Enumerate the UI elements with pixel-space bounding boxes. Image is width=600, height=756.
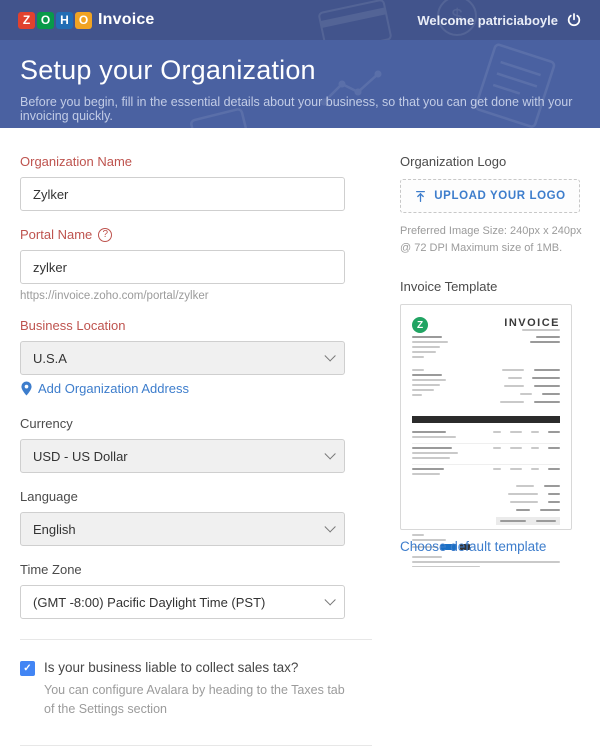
zoho-logo-icon: Z O H O [18, 11, 92, 29]
preview-table-header [412, 416, 560, 423]
preview-line-item [412, 428, 560, 444]
portal-name-group: Portal Name ? https://invoice.zoho.com/p… [20, 227, 345, 302]
page-title: Setup your Organization [20, 55, 316, 85]
map-pin-icon [21, 381, 32, 396]
preview-balance-due [530, 336, 560, 361]
form-right-column: Organization Logo UPLOAD YOUR LOGO Prefe… [400, 154, 582, 756]
logout-power-icon[interactable] [566, 12, 582, 28]
sales-tax-help-text: You can configure Avalara by heading to … [44, 683, 345, 716]
section-divider [20, 745, 372, 746]
add-organization-address-link[interactable]: Add Organization Address [20, 381, 345, 396]
time-zone-group: Time Zone (GMT -8:00) Pacific Daylight T… [20, 562, 345, 619]
language-label: Language [20, 489, 78, 504]
welcome-user-label: Welcome patriciaboyle [417, 12, 558, 28]
section-divider [20, 639, 372, 640]
sales-tax-checkbox[interactable] [20, 661, 35, 676]
organization-name-group: Organization Name [20, 154, 345, 211]
top-navigation-bar: $ Z O H O Invoice Welcome patriciaboyle [0, 0, 600, 40]
chevron-down-icon [324, 594, 336, 606]
logo-letter-o2: O [75, 11, 92, 29]
invoice-template-preview[interactable]: Z INVOICE [400, 304, 572, 567]
chevron-down-icon [324, 350, 336, 362]
upload-arrow-icon [416, 190, 426, 202]
currency-value: USD - US Dollar [33, 448, 128, 464]
preview-totals [412, 485, 560, 525]
time-zone-select[interactable]: (GMT -8:00) Pacific Daylight Time (PST) [20, 585, 345, 619]
time-zone-value: (GMT -8:00) Pacific Daylight Time (PST) [33, 594, 266, 610]
portal-name-help-icon[interactable]: ? [98, 227, 113, 242]
business-location-label: Business Location [20, 318, 126, 333]
organization-name-label: Organization Name [20, 154, 132, 169]
page-subtitle: Before you begin, fill in the essential … [20, 95, 573, 123]
currency-label: Currency [20, 416, 73, 431]
logo-letter-z: Z [18, 11, 35, 29]
business-location-value: U.S.A [33, 350, 67, 366]
portal-name-input[interactable] [20, 250, 345, 284]
sales-tax-row: Is your business liable to collect sales… [20, 660, 345, 719]
preview-line-item [412, 465, 560, 480]
product-name: Invoice [98, 11, 155, 28]
invoice-template-label: Invoice Template [400, 279, 498, 294]
organization-logo-label: Organization Logo [400, 154, 507, 169]
choose-default-template-link[interactable]: Choose default template [400, 539, 580, 554]
logo-letter-o1: O [37, 11, 54, 29]
decor-credit-card-icon [318, 0, 392, 40]
chevron-down-icon [324, 448, 336, 460]
setup-form: Organization Name Portal Name ? https://… [0, 128, 600, 756]
preview-invoice-meta [500, 369, 560, 409]
add-organization-address-label: Add Organization Address [38, 381, 190, 396]
currency-select[interactable]: USD - US Dollar [20, 439, 345, 473]
logo-letter-h: H [56, 11, 73, 29]
language-group: Language English [20, 489, 345, 546]
portal-url-preview: https://invoice.zoho.com/portal/zylker [20, 290, 209, 302]
preview-line-item [412, 444, 560, 465]
preview-invoice-title: INVOICE [504, 317, 560, 329]
language-value: English [33, 521, 76, 537]
portal-name-label: Portal Name [20, 227, 93, 242]
sales-tax-question: Is your business liable to collect sales… [44, 660, 299, 675]
organization-name-input[interactable] [20, 177, 345, 211]
language-select[interactable]: English [20, 512, 345, 546]
time-zone-label: Time Zone [20, 562, 82, 577]
upload-logo-label: UPLOAD YOUR LOGO [434, 190, 566, 202]
chevron-down-icon [324, 521, 336, 533]
upload-logo-button[interactable]: UPLOAD YOUR LOGO [400, 179, 580, 213]
preview-bill-to [412, 369, 446, 409]
zoho-invoice-logo[interactable]: Z O H O Invoice [18, 11, 155, 29]
preview-balance-row [496, 517, 560, 525]
business-location-select[interactable]: U.S.A [20, 341, 345, 375]
preview-company-address [412, 336, 448, 361]
currency-group: Currency USD - US Dollar [20, 416, 345, 473]
form-left-column: Organization Name Portal Name ? https://… [20, 154, 372, 756]
setup-hero-banner: Setup your Organization Before you begin… [0, 40, 600, 128]
business-location-group: Business Location U.S.A [20, 318, 345, 375]
preview-company-logo: Z [412, 317, 428, 333]
image-size-hint: Preferred Image Size: 240px x 240px @ 72… [400, 225, 582, 254]
